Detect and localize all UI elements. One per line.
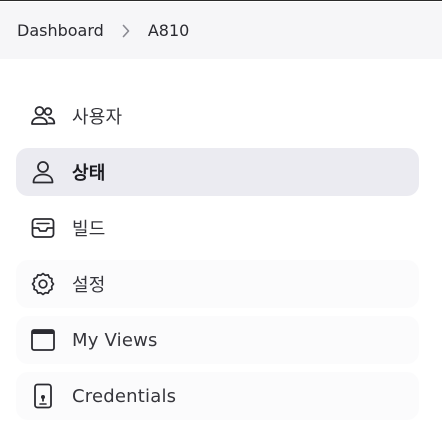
inbox-icon (30, 215, 56, 241)
window-icon (30, 327, 56, 353)
gear-icon (30, 271, 56, 297)
sidebar-item-label: 설정 (72, 275, 106, 296)
sidebar-item-settings[interactable]: 설정 (16, 260, 419, 308)
chevron-right-icon (104, 21, 148, 41)
breadcrumb-item-current[interactable]: A810 (148, 22, 189, 39)
sidebar-item-label: My Views (72, 329, 158, 351)
phone-icon (30, 383, 56, 409)
sidebar-item-status[interactable]: 상태 (16, 148, 419, 196)
sidebar-item-my-views[interactable]: My Views (16, 316, 419, 364)
sidebar-nav: 사용자 상태 빌드 설정 My Views Credentials (16, 92, 419, 428)
sidebar-item-build[interactable]: 빌드 (16, 204, 419, 252)
users-icon (30, 103, 56, 129)
sidebar-item-label: 빌드 (72, 219, 106, 240)
sidebar-item-label: Credentials (72, 385, 177, 407)
breadcrumb-item-dashboard[interactable]: Dashboard (17, 22, 104, 39)
sidebar-item-credentials[interactable]: Credentials (16, 372, 419, 420)
sidebar-item-users[interactable]: 사용자 (16, 92, 419, 140)
page: Dashboard A810 사용자 상태 빌드 설정 My Views Cre… (0, 0, 442, 441)
sidebar-item-label: 사용자 (72, 107, 123, 128)
sidebar-item-label: 상태 (72, 163, 106, 184)
breadcrumb: Dashboard A810 (0, 2, 442, 59)
person-icon (30, 159, 56, 185)
